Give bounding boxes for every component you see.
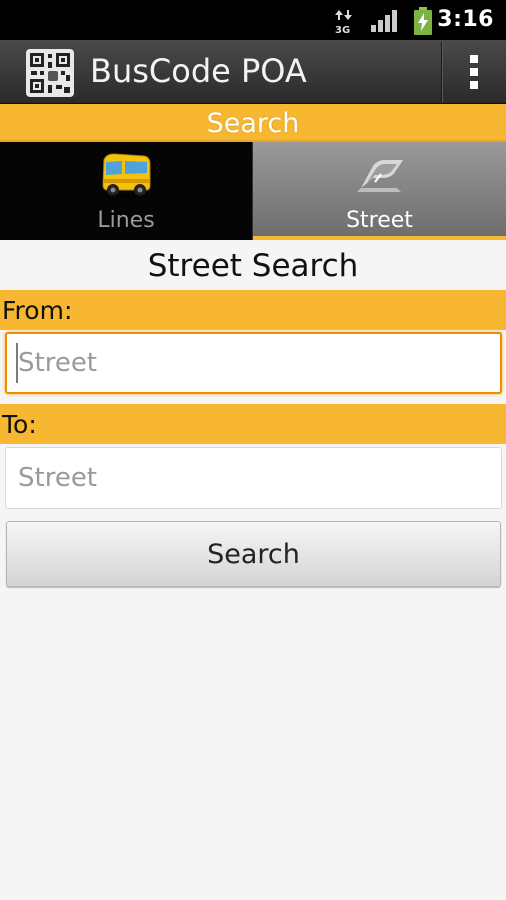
overflow-menu-button[interactable] xyxy=(443,40,506,104)
from-label: From: xyxy=(0,290,506,330)
signal-icon xyxy=(371,10,397,32)
tab-lines[interactable]: Lines xyxy=(0,142,253,240)
tab-bar: Lines Street xyxy=(0,142,506,240)
network-activity-icon: 3G xyxy=(335,10,352,34)
text-cursor xyxy=(16,343,18,383)
tab-lines-label: Lines xyxy=(97,208,155,233)
menu-divider xyxy=(441,42,442,102)
battery-charging-icon xyxy=(414,7,432,35)
search-header: Search xyxy=(0,104,506,142)
page-title: Street Search xyxy=(147,248,359,284)
road-icon xyxy=(357,160,403,192)
tab-street-label: Street xyxy=(346,208,413,233)
app-title: BusCode POA xyxy=(90,52,307,90)
from-street-input[interactable] xyxy=(5,332,502,394)
overflow-menu-icon xyxy=(470,55,478,63)
network-type: 3G xyxy=(335,25,350,34)
bus-icon xyxy=(102,153,151,198)
app-bar: BusCode POA xyxy=(0,40,506,104)
qr-code-icon xyxy=(26,49,74,97)
tab-street[interactable]: Street xyxy=(253,142,506,240)
search-button[interactable]: Search xyxy=(6,521,501,587)
status-bar: 3G 3:16 xyxy=(0,0,506,40)
to-street-input[interactable] xyxy=(5,447,502,509)
to-label: To: xyxy=(0,404,506,444)
status-time: 3:16 xyxy=(437,7,494,32)
